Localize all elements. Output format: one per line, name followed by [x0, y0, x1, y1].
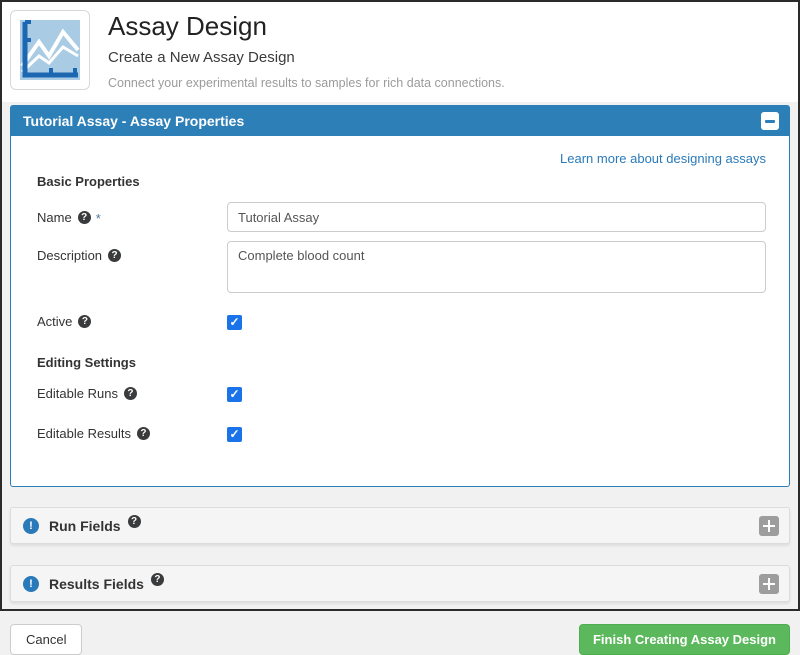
results-fields-title: Results Fields — [49, 576, 144, 592]
editable-results-row: Editable Results — [37, 426, 766, 447]
assay-properties-panel: Tutorial Assay - Assay Properties Learn … — [10, 105, 790, 487]
name-label: Name * — [37, 202, 227, 226]
run-fields-help-icon[interactable] — [128, 515, 141, 528]
editing-settings-heading: Editing Settings — [37, 355, 766, 370]
description-field-row: Description Complete blood count — [37, 241, 766, 298]
info-icon — [23, 576, 39, 592]
editable-runs-row: Editable Runs — [37, 386, 766, 407]
description-label: Description — [37, 241, 227, 263]
learn-more-link[interactable]: Learn more about designing assays — [560, 151, 766, 166]
finish-creating-assay-design-button[interactable]: Finish Creating Assay Design — [579, 624, 790, 655]
info-icon — [23, 518, 39, 534]
cancel-button[interactable]: Cancel — [10, 624, 82, 655]
results-fields-help-icon[interactable] — [151, 573, 164, 586]
description-textarea[interactable]: Complete blood count — [227, 241, 766, 293]
editable-runs-checkbox[interactable] — [227, 387, 242, 402]
editable-results-checkbox[interactable] — [227, 427, 242, 442]
page-description: Connect your experimental results to sam… — [108, 76, 505, 90]
active-field-row: Active — [37, 314, 766, 335]
collapse-minus-icon[interactable] — [761, 112, 779, 130]
page-subtitle: Create a New Assay Design — [108, 49, 505, 66]
footer-actions: Cancel Finish Creating Assay Design — [10, 624, 790, 655]
editable-runs-label: Editable Runs — [37, 386, 227, 401]
active-help-icon[interactable] — [78, 315, 91, 328]
active-label: Active — [37, 314, 227, 329]
line-chart-icon — [18, 18, 82, 82]
results-fields-panel[interactable]: Results Fields — [10, 565, 790, 602]
active-checkbox[interactable] — [227, 315, 242, 330]
assay-icon-card — [10, 10, 90, 90]
assay-properties-panel-header[interactable]: Tutorial Assay - Assay Properties — [11, 106, 789, 136]
name-field-row: Name * — [37, 202, 766, 232]
name-input[interactable] — [227, 202, 766, 232]
required-marker: * — [96, 209, 101, 226]
results-fields-expand-plus-icon[interactable] — [759, 574, 779, 594]
basic-properties-heading: Basic Properties — [37, 174, 766, 189]
page-title: Assay Design — [108, 12, 505, 41]
assay-properties-panel-body: Learn more about designing assays Basic … — [11, 136, 789, 486]
assay-properties-panel-title: Tutorial Assay - Assay Properties — [23, 113, 244, 129]
app-header: Assay Design Create a New Assay Design C… — [2, 2, 798, 102]
run-fields-title: Run Fields — [49, 518, 121, 534]
name-help-icon[interactable] — [78, 211, 91, 224]
description-help-icon[interactable] — [108, 249, 121, 262]
editable-results-label: Editable Results — [37, 426, 227, 441]
run-fields-panel[interactable]: Run Fields — [10, 507, 790, 544]
run-fields-expand-plus-icon[interactable] — [759, 516, 779, 536]
editable-results-help-icon[interactable] — [137, 427, 150, 440]
editable-runs-help-icon[interactable] — [124, 387, 137, 400]
